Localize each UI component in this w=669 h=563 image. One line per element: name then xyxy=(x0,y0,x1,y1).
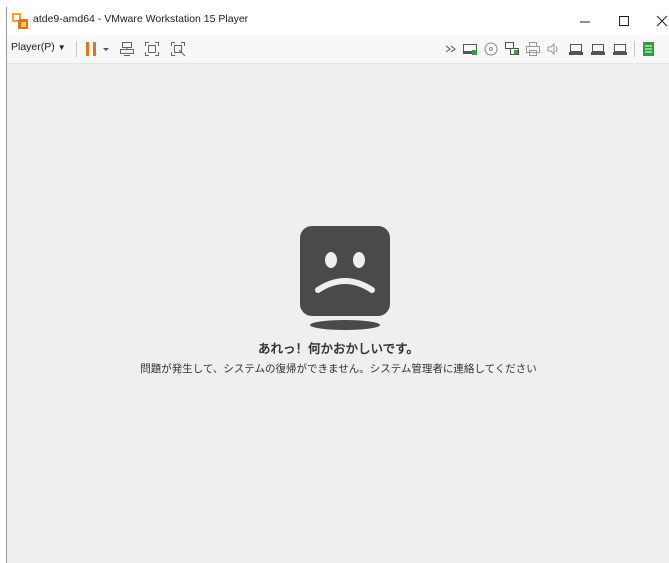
player-menu-button[interactable]: Player(P) ▼ xyxy=(11,41,66,53)
pause-icon xyxy=(86,42,96,56)
dropdown-arrow-icon xyxy=(103,48,109,51)
fit-guest-icon xyxy=(145,42,159,56)
sad-face-icon xyxy=(300,226,390,330)
toolbar-separator xyxy=(634,41,635,57)
window-title: atde9-amd64 - VMware Workstation 15 Play… xyxy=(33,13,249,25)
minimize-button[interactable] xyxy=(571,10,601,32)
vmware-player-window: atde9-amd64 - VMware Workstation 15 Play… xyxy=(6,7,669,563)
message-log-button[interactable] xyxy=(640,41,656,57)
usb-device-icon xyxy=(613,44,627,55)
network-adapter-button[interactable] xyxy=(504,41,520,57)
usb-device-icon xyxy=(591,44,605,55)
error-message: 問題が発生して、システムの復帰ができません。システム管理者に連絡してください xyxy=(140,363,537,375)
printer-button[interactable] xyxy=(525,41,541,57)
title-bar[interactable]: atde9-amd64 - VMware Workstation 15 Play… xyxy=(7,7,669,35)
unity-icon xyxy=(171,42,186,57)
chevron-down-icon: ▼ xyxy=(57,43,66,52)
message-log-icon xyxy=(643,42,654,56)
send-ctrl-alt-del-button[interactable] xyxy=(119,41,135,57)
printer-icon xyxy=(526,42,540,56)
fit-guest-button[interactable] xyxy=(144,41,160,57)
usb-device-button-3[interactable] xyxy=(612,41,628,57)
maximize-icon xyxy=(619,16,629,26)
maximize-button[interactable] xyxy=(610,10,640,32)
toolbar-separator xyxy=(76,41,77,57)
close-icon xyxy=(656,15,668,27)
pause-button[interactable] xyxy=(83,41,99,57)
toolbar: Player(P) ▼ xyxy=(7,35,669,64)
overflow-chevron-icon xyxy=(445,45,456,53)
usb-device-button-1[interactable] xyxy=(568,41,584,57)
hard-disk-icon xyxy=(463,44,477,55)
unity-button[interactable] xyxy=(170,41,186,57)
network-adapter-icon xyxy=(505,42,519,55)
cd-dvd-icon xyxy=(484,42,498,56)
cd-dvd-button[interactable] xyxy=(483,41,499,57)
close-button[interactable] xyxy=(648,10,669,32)
usb-device-icon xyxy=(569,44,583,55)
usb-device-button-2[interactable] xyxy=(590,41,606,57)
minimize-icon xyxy=(580,21,590,23)
player-menu-label: Player(P) xyxy=(11,41,55,53)
vmware-app-icon xyxy=(12,13,28,29)
power-options-dropdown[interactable] xyxy=(101,41,111,57)
more-devices-button[interactable] xyxy=(443,41,459,57)
guest-display[interactable]: あれっ！何かおかしいです。 問題が発生して、システムの復帰ができません。システム… xyxy=(7,64,669,563)
hard-disk-button[interactable] xyxy=(462,41,478,57)
error-title: あれっ！何かおかしいです。 xyxy=(258,341,419,356)
send-ctrl-alt-del-icon xyxy=(120,42,134,56)
sound-icon xyxy=(547,42,558,56)
sound-button[interactable] xyxy=(546,41,562,57)
